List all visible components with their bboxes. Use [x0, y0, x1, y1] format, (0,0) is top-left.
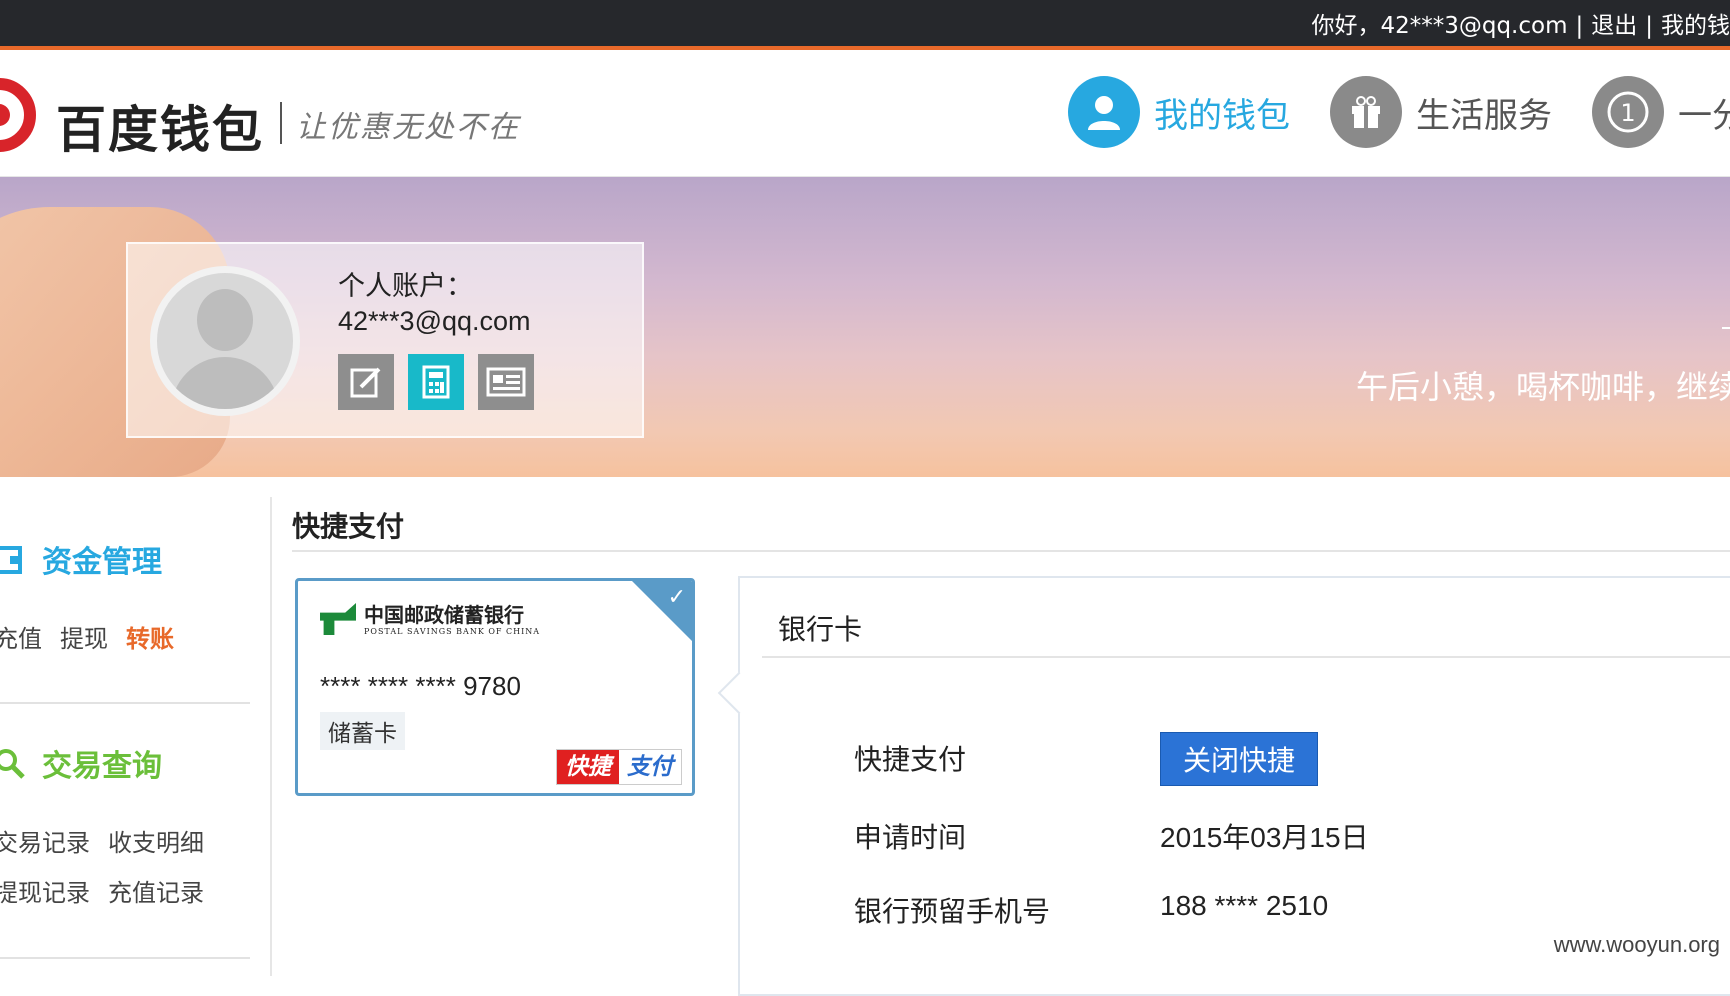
- card-number: **** **** **** 9780: [320, 671, 521, 701]
- edit-profile-button[interactable]: [338, 354, 394, 410]
- baidu-wallet-logo-icon[interactable]: [0, 78, 36, 152]
- fund-management-heading: 资金管理: [0, 537, 162, 581]
- fund-links: 充值 提现 转账: [0, 619, 192, 654]
- quickpay-badge-a: 快捷: [557, 750, 619, 784]
- quickpay-label: 快捷支付: [854, 743, 967, 776]
- separator: |: [1575, 13, 1584, 39]
- reserved-phone-label: 银行预留手机号: [854, 895, 1051, 928]
- gift-icon: [1330, 76, 1402, 148]
- checkmark-icon: ✓: [667, 585, 686, 610]
- withdraw-records-link[interactable]: 提现记录: [0, 879, 90, 907]
- sidebar-divider: [0, 957, 250, 959]
- page-title: 快捷支付: [292, 510, 405, 543]
- logo-divider: [280, 102, 282, 144]
- apply-time-value: 2015年03月15日: [1160, 822, 1369, 853]
- id-card-button[interactable]: [478, 354, 534, 410]
- wallet-icon: [0, 544, 24, 574]
- query-links-row1: 交易记录 收支明细: [0, 823, 222, 858]
- transaction-query-title: 交易查询: [42, 749, 162, 784]
- fund-management-title: 资金管理: [42, 545, 162, 580]
- detail-divider: [762, 656, 1730, 658]
- quickpay-badge-b: 支付: [619, 750, 681, 784]
- nav-life-services[interactable]: 生活服务: [1330, 76, 1552, 148]
- separator: |: [1645, 13, 1653, 39]
- nav-label: 生活服务: [1416, 95, 1552, 136]
- greeting-text: 你好，42***3@qq.com: [1311, 13, 1568, 39]
- reserved-phone-value: 188 **** 2510: [1160, 890, 1329, 921]
- card-type-badge: 储蓄卡: [320, 712, 405, 750]
- withdraw-link[interactable]: 提现: [60, 625, 108, 653]
- avatar[interactable]: [150, 266, 300, 416]
- income-expense-link[interactable]: 收支明细: [108, 829, 204, 857]
- account-banner: 个人账户： 42***3@qq.com 午后小憩，喝杯咖啡，继续: [0, 177, 1730, 477]
- bank-name-en: POSTAL SAVINGS BANK OF CHINA: [364, 627, 541, 636]
- calculator-button[interactable]: [408, 354, 464, 410]
- banner-decoration: [1722, 327, 1730, 329]
- header-slogan: 让优惠无处不在: [296, 110, 520, 145]
- avatar-body: [171, 357, 279, 409]
- account-type-label: 个人账户：: [338, 271, 473, 302]
- title-divider: [292, 550, 1730, 552]
- query-links-row2: 提现记录 充值记录: [0, 873, 222, 908]
- nav-one-cent[interactable]: 1 一分: [1592, 76, 1730, 148]
- watermark: www.wooyun.org: [1553, 932, 1720, 957]
- id-card-icon: [486, 367, 526, 397]
- detail-title: 银行卡: [778, 613, 863, 646]
- top-links: 你好，42***3@qq.com | 退出 | 我的钱: [1311, 6, 1730, 40]
- bank-card[interactable]: ✓ 中国邮政储蓄银行 POSTAL SAVINGS BANK OF CHINA …: [295, 578, 695, 796]
- psbc-logo-icon: [320, 603, 356, 635]
- apply-time-label: 申请时间: [854, 821, 967, 854]
- transfer-link[interactable]: 转账: [126, 625, 174, 653]
- search-icon: [0, 748, 25, 779]
- calculator-icon: [422, 365, 450, 399]
- account-email: 42***3@qq.com: [338, 306, 531, 336]
- sidebar: 资金管理 充值 提现 转账 交易查询 交易记录 收支明细 提现记录 充值记录: [0, 497, 272, 976]
- svg-text:1: 1: [1620, 99, 1635, 127]
- edit-icon: [350, 367, 381, 398]
- account-card: 个人账户： 42***3@qq.com: [126, 242, 644, 438]
- quickpay-badge: 快捷 支付: [556, 749, 682, 785]
- bank-name: 中国邮政储蓄银行: [364, 603, 524, 627]
- my-wallet-link[interactable]: 我的钱: [1661, 6, 1730, 40]
- close-quickpay-button[interactable]: 关闭快捷: [1160, 732, 1318, 786]
- panel-pointer: [717, 671, 761, 715]
- nav-label: 一分: [1678, 95, 1730, 136]
- nav-my-wallet[interactable]: 我的钱包: [1068, 76, 1290, 148]
- banner-slogan: 午后小憩，喝杯咖啡，继续: [1355, 368, 1730, 406]
- logo-text[interactable]: 百度钱包: [56, 90, 264, 162]
- sidebar-divider: [0, 702, 250, 704]
- logout-link[interactable]: 退出: [1591, 6, 1637, 40]
- recharge-records-link[interactable]: 充值记录: [108, 879, 204, 907]
- header: 百度钱包 让优惠无处不在 我的钱包 生活服务 1 一分: [0, 50, 1730, 177]
- one-coin-icon: 1: [1592, 76, 1664, 148]
- user-icon: [1068, 76, 1140, 148]
- transaction-query-heading: 交易查询: [0, 741, 162, 785]
- top-bar: 你好，42***3@qq.com | 退出 | 我的钱: [0, 0, 1730, 50]
- avatar-head: [197, 289, 253, 351]
- nav-label: 我的钱包: [1154, 95, 1290, 136]
- recharge-link[interactable]: 充值: [0, 625, 42, 653]
- transaction-records-link[interactable]: 交易记录: [0, 829, 90, 857]
